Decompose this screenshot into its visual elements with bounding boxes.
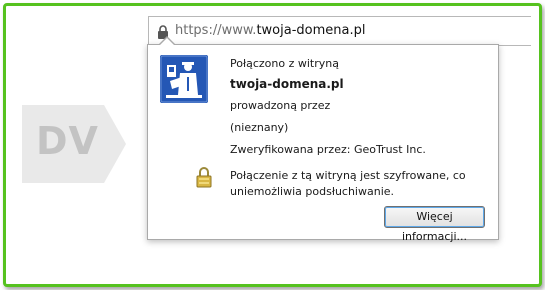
popup-arrow-fill <box>159 38 175 46</box>
encryption-line-1: Połączenie z tą witryną jest szyfrowane,… <box>230 169 466 182</box>
dv-badge: DV <box>22 105 126 183</box>
more-info-button[interactable]: Więcej informacji... <box>384 206 485 243</box>
padlock-icon <box>196 166 212 188</box>
verified-by-label: Zweryfikowana przez: GeoTrust Inc. <box>230 143 426 156</box>
site-identity-popup: Połączono z witryną twoja-domena.pl prow… <box>147 36 499 243</box>
run-by-label: prowadzoną przez <box>230 99 331 112</box>
encryption-line-2: uniemożliwia podsłuchiwanie. <box>230 185 395 198</box>
url-domain: twoja-domena.pl <box>256 23 366 38</box>
dv-badge-label: DV <box>36 119 99 163</box>
url-text[interactable]: https://www.twoja-domena.pl <box>175 23 365 38</box>
url-protocol: https://www. <box>175 23 257 38</box>
site-owner: (nieznany) <box>230 121 289 134</box>
address-bar[interactable]: https://www.twoja-domena.pl <box>148 16 531 46</box>
connected-to-label: Połączono z witryną <box>230 57 339 70</box>
site-identity-icon <box>160 55 208 103</box>
site-domain: twoja-domena.pl <box>230 77 344 91</box>
